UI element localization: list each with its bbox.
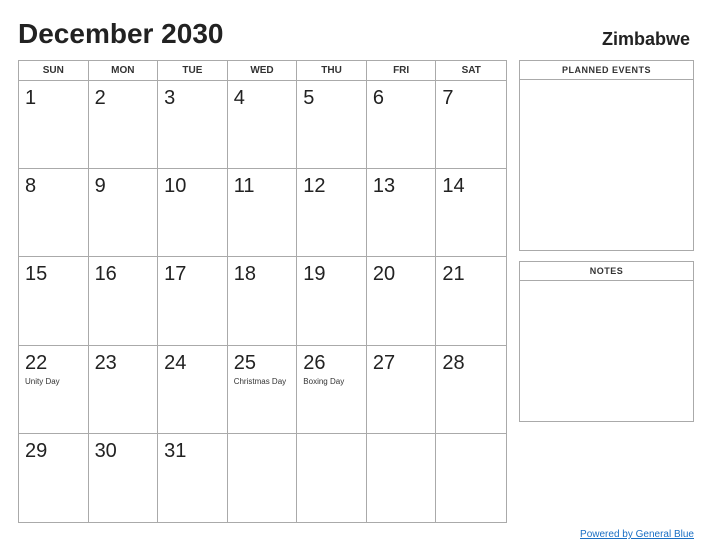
footer: Powered by General Blue bbox=[18, 529, 694, 540]
table-row: 6 bbox=[367, 81, 437, 169]
notes-body bbox=[520, 281, 693, 421]
sidebar: PLANNED EVENTS NOTES bbox=[519, 60, 694, 523]
table-row: 2 bbox=[89, 81, 159, 169]
table-row: 25 Christmas Day bbox=[228, 346, 298, 434]
table-row: 4 bbox=[228, 81, 298, 169]
day-header-sun: SUN bbox=[19, 61, 89, 80]
table-row: 11 bbox=[228, 169, 298, 257]
day-header-wed: WED bbox=[228, 61, 298, 80]
planned-events-title: PLANNED EVENTS bbox=[520, 61, 693, 80]
month-title: December 2030 bbox=[18, 18, 223, 50]
table-row: 19 bbox=[297, 257, 367, 345]
page: December 2030 Zimbabwe SUN MON TUE WED T… bbox=[0, 0, 712, 550]
table-row bbox=[436, 434, 506, 522]
table-row: 10 bbox=[158, 169, 228, 257]
table-row: 3 bbox=[158, 81, 228, 169]
table-row: 20 bbox=[367, 257, 437, 345]
table-row: 30 bbox=[89, 434, 159, 522]
country-title: Zimbabwe bbox=[602, 29, 690, 50]
table-row: 9 bbox=[89, 169, 159, 257]
calendar-grid: 1 2 3 4 5 6 7 8 9 10 11 12 13 14 15 16 1… bbox=[19, 81, 506, 522]
day-header-mon: MON bbox=[89, 61, 159, 80]
table-row: 29 bbox=[19, 434, 89, 522]
table-row: 21 bbox=[436, 257, 506, 345]
table-row: 8 bbox=[19, 169, 89, 257]
table-row: 17 bbox=[158, 257, 228, 345]
table-row bbox=[297, 434, 367, 522]
table-row: 12 bbox=[297, 169, 367, 257]
table-row: 28 bbox=[436, 346, 506, 434]
main-content: SUN MON TUE WED THU FRI SAT 1 2 3 4 5 6 … bbox=[18, 60, 694, 523]
table-row: 22 Unity Day bbox=[19, 346, 89, 434]
notes-title: NOTES bbox=[520, 262, 693, 281]
powered-by-link[interactable]: Powered by General Blue bbox=[580, 529, 694, 540]
table-row: 7 bbox=[436, 81, 506, 169]
day-header-thu: THU bbox=[297, 61, 367, 80]
planned-events-box: PLANNED EVENTS bbox=[519, 60, 694, 251]
table-row bbox=[367, 434, 437, 522]
table-row: 13 bbox=[367, 169, 437, 257]
day-header-tue: TUE bbox=[158, 61, 228, 80]
table-row: 24 bbox=[158, 346, 228, 434]
table-row: 26 Boxing Day bbox=[297, 346, 367, 434]
table-row: 27 bbox=[367, 346, 437, 434]
table-row: 18 bbox=[228, 257, 298, 345]
table-row: 16 bbox=[89, 257, 159, 345]
table-row: 5 bbox=[297, 81, 367, 169]
notes-box: NOTES bbox=[519, 261, 694, 422]
table-row: 14 bbox=[436, 169, 506, 257]
table-row bbox=[228, 434, 298, 522]
day-header-fri: FRI bbox=[367, 61, 437, 80]
table-row: 15 bbox=[19, 257, 89, 345]
header-row: December 2030 Zimbabwe bbox=[18, 18, 694, 50]
day-header-sat: SAT bbox=[436, 61, 506, 80]
day-headers: SUN MON TUE WED THU FRI SAT bbox=[19, 61, 506, 81]
table-row: 31 bbox=[158, 434, 228, 522]
table-row: 23 bbox=[89, 346, 159, 434]
calendar-section: SUN MON TUE WED THU FRI SAT 1 2 3 4 5 6 … bbox=[18, 60, 507, 523]
planned-events-body bbox=[520, 80, 693, 250]
table-row: 1 bbox=[19, 81, 89, 169]
